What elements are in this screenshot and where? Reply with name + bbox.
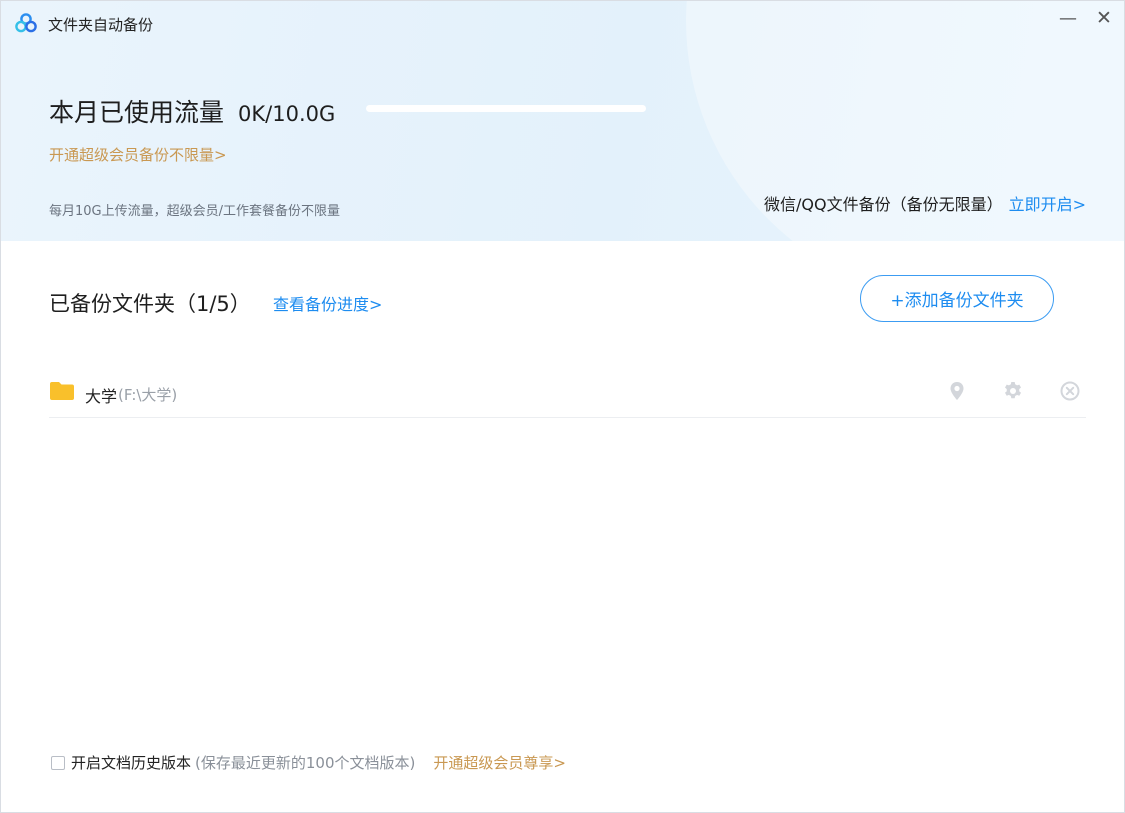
usage-banner: 文件夹自动备份 — ✕ 本月已使用流量 0K/10.0G 开通超级会员备份不限量… <box>1 1 1124 241</box>
wechat-backup-enable-link[interactable]: 立即开启> <box>1009 191 1086 215</box>
history-vip-link[interactable]: 开通超级会员尊享> <box>433 752 566 773</box>
quota-note: 每月10G上传流量，超级会员/工作套餐备份不限量 <box>49 204 340 219</box>
folder-row[interactable]: 大学 (F:\大学) <box>49 368 1086 418</box>
cloud-logo-icon <box>15 13 37 33</box>
minimize-button[interactable]: — <box>1053 5 1083 31</box>
history-version-option: 开启文档历史版本 (保存最近更新的100个文档版本) 开通超级会员尊享> <box>51 752 566 773</box>
wechat-backup-promo: 微信/QQ文件备份（备份无限量） 立即开启> <box>764 191 1086 215</box>
close-button[interactable]: ✕ <box>1089 5 1119 31</box>
history-version-checkbox[interactable] <box>51 755 65 770</box>
usage-progress-bar <box>366 105 646 112</box>
usage-title: 本月已使用流量 <box>49 98 225 127</box>
history-version-label[interactable]: 开启文档历史版本 <box>71 752 191 773</box>
folder-path: (F:\大学) <box>118 386 178 404</box>
remove-circle-icon[interactable] <box>1058 379 1082 403</box>
window-title: 文件夹自动备份 <box>48 16 154 34</box>
history-version-note: (保存最近更新的100个文档版本) <box>195 754 416 772</box>
folder-name: 大学 <box>85 387 118 406</box>
location-pin-icon[interactable] <box>945 379 969 403</box>
wechat-backup-text: 微信/QQ文件备份（备份无限量） <box>763 195 1003 214</box>
add-backup-folder-button[interactable]: +添加备份文件夹 <box>860 275 1054 322</box>
usage-value: 0K/10.0G <box>238 102 336 126</box>
title-bar: 文件夹自动备份 — ✕ <box>1 1 1124 45</box>
usage-summary: 本月已使用流量 0K/10.0G <box>49 93 335 129</box>
backup-window: 文件夹自动备份 — ✕ 本月已使用流量 0K/10.0G 开通超级会员备份不限量… <box>0 0 1125 813</box>
view-progress-link[interactable]: 查看备份进度> <box>273 291 382 315</box>
gear-icon[interactable] <box>1001 379 1025 403</box>
folder-icon <box>50 382 74 400</box>
vip-upgrade-link[interactable]: 开通超级会员备份不限量> <box>49 144 227 165</box>
backup-section-title: 已备份文件夹（1/5） <box>49 292 251 316</box>
